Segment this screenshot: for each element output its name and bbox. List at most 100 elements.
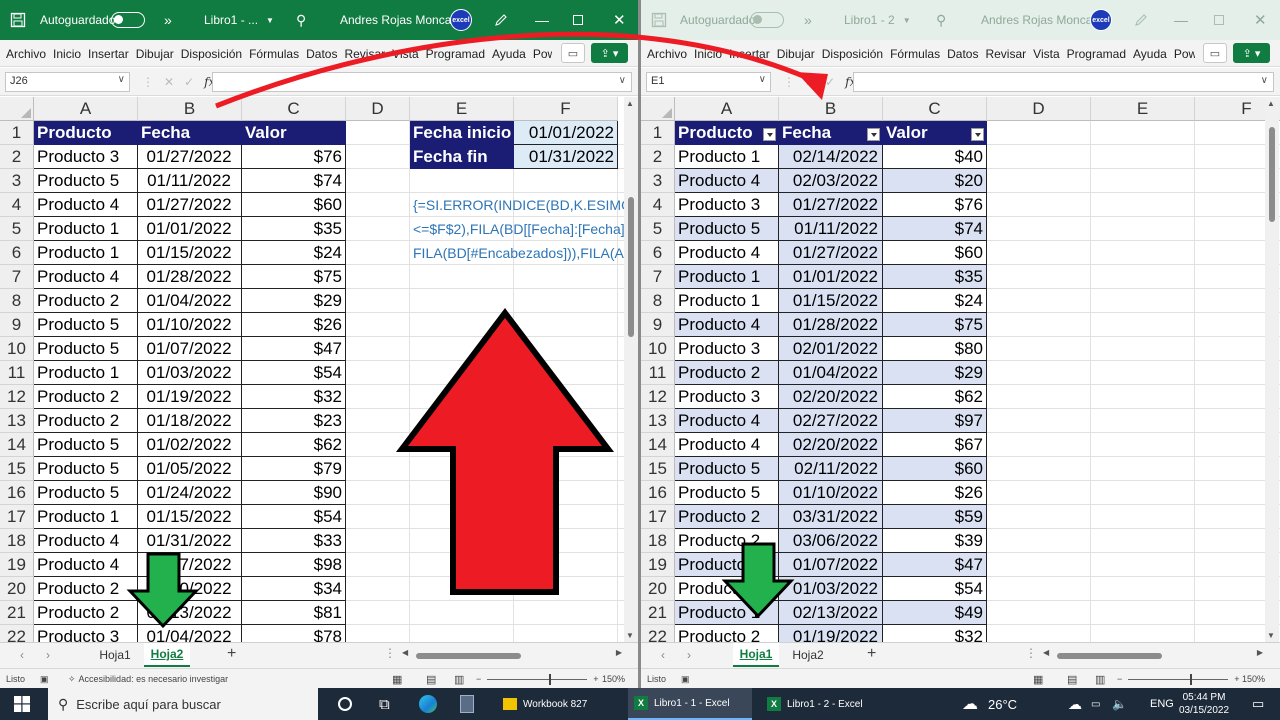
document-title[interactable]: Libro1 - 2 ▼ <box>844 0 911 40</box>
comments-icon[interactable]: ▭ <box>1203 43 1227 63</box>
table-cell[interactable]: 01/05/2022 <box>138 457 242 481</box>
table-cell[interactable]: Producto 4 <box>34 553 138 577</box>
ribbon-tab-6[interactable]: Datos <box>304 47 339 61</box>
share-button[interactable]: ⇪ ▾ <box>1233 43 1270 63</box>
table-cell[interactable]: Producto 5 <box>34 169 138 193</box>
ribbon-tab-2[interactable]: Insertar <box>727 47 772 61</box>
worksheet-grid[interactable]: A B C D E F 1 2 3 4 5 6 7 8 9 10 11 12 13 14 15 16 17 18 19 20 21 2… <box>641 97 1280 642</box>
ribbon-tab-10[interactable]: Ayuda <box>1131 47 1169 61</box>
taskbar-app-libro2[interactable]: X Libro1 - 2 - Excel <box>761 688 885 720</box>
tab-split-icon[interactable]: ⋮ <box>384 646 396 660</box>
table-cell[interactable]: 02/20/2022 <box>779 385 883 409</box>
add-sheet-button[interactable]: + <box>227 645 236 663</box>
prev-sheet-icon[interactable]: ‹ <box>20 648 24 662</box>
table-cell[interactable]: $74 <box>242 169 346 193</box>
table-cell[interactable]: 01/31/2022 <box>138 529 242 553</box>
table-cell[interactable]: $54 <box>242 505 346 529</box>
ribbon-tab-0[interactable]: Archivo <box>4 47 48 61</box>
table-cell[interactable]: $23 <box>242 409 346 433</box>
ribbon-tab-9[interactable]: Programad <box>1065 47 1128 61</box>
table-cell[interactable]: Producto 3 <box>675 193 779 217</box>
sheet-tab-hoja1[interactable]: Hoja1 <box>90 643 140 667</box>
next-sheet-icon[interactable]: › <box>687 648 691 662</box>
taskbar-app-libro1[interactable]: X Libro1 - 1 - Excel <box>628 688 752 720</box>
zoom-level[interactable]: 150% <box>1242 669 1265 688</box>
formula-input[interactable]: ∨ <box>853 72 1274 92</box>
table-cell[interactable]: $76 <box>883 193 987 217</box>
table-cell[interactable]: Producto 4 <box>675 409 779 433</box>
table-cell[interactable]: $49 <box>883 601 987 625</box>
filter-dropdown-icon[interactable] <box>867 128 880 141</box>
table-cell[interactable]: Producto 5 <box>34 337 138 361</box>
table-cell[interactable]: Producto 5 <box>675 217 779 241</box>
ribbon-tab-0[interactable]: Archivo <box>645 47 689 61</box>
taskbar-search[interactable]: ⚲ Escribe aquí para buscar <box>48 688 318 720</box>
table-cell[interactable]: 01/07/2022 <box>138 553 242 577</box>
ribbon-tab-1[interactable]: Inicio <box>692 47 724 61</box>
name-box[interactable]: J26 ∨ <box>5 72 130 92</box>
ribbon-tab-5[interactable]: Fórmulas <box>888 47 942 61</box>
ribbon-tab-8[interactable]: Vista <box>1031 47 1061 61</box>
table-cell[interactable]: $34 <box>242 577 346 601</box>
table-cell[interactable]: $35 <box>242 217 346 241</box>
table-cell[interactable]: 01/15/2022 <box>779 289 883 313</box>
search-icon[interactable]: ⚲ <box>296 0 306 40</box>
table-cell[interactable]: $59 <box>883 505 987 529</box>
ribbon-tab-1[interactable]: Inicio <box>51 47 83 61</box>
table-cell[interactable]: 01/01/2022 <box>138 217 242 241</box>
table-cell[interactable]: Producto 1 <box>675 577 779 601</box>
table-cell[interactable]: $80 <box>883 337 987 361</box>
language-indicator[interactable]: ENG <box>1150 688 1174 720</box>
table-cell[interactable]: Producto 1 <box>34 505 138 529</box>
table-cell[interactable]: $62 <box>883 385 987 409</box>
prev-sheet-icon[interactable]: ‹ <box>661 648 665 662</box>
vertical-scrollbar[interactable]: ▲ ▼ <box>624 97 638 642</box>
table-cell[interactable]: Producto 4 <box>34 529 138 553</box>
table-cell[interactable]: Producto 1 <box>675 289 779 313</box>
ribbon-tab-9[interactable]: Programad <box>424 47 487 61</box>
table-cell[interactable]: $60 <box>883 457 987 481</box>
table-cell[interactable]: 01/07/2022 <box>779 553 883 577</box>
filter-dropdown-icon[interactable] <box>971 128 984 141</box>
table-cell[interactable]: $74 <box>883 217 987 241</box>
document-title[interactable]: Libro1 - ... ▼ <box>204 0 274 40</box>
table-cell[interactable]: Producto 4 <box>675 313 779 337</box>
weather-icon[interactable]: ☁ <box>962 688 978 720</box>
more-commands-icon[interactable]: » <box>164 0 172 40</box>
table-cell[interactable]: $26 <box>883 481 987 505</box>
table-cell[interactable]: 02/20/2022 <box>779 433 883 457</box>
table-cell[interactable]: 01/10/2022 <box>138 313 242 337</box>
add-sheet-button[interactable]: + <box>867 645 876 663</box>
maximize-button[interactable] <box>1214 0 1224 40</box>
ribbon-tab-7[interactable]: Revisar <box>342 47 387 61</box>
table-cell[interactable]: Producto 2 <box>34 289 138 313</box>
table-cell[interactable]: Producto 1 <box>675 265 779 289</box>
windows-start-icon[interactable] <box>14 688 30 720</box>
table-cell[interactable]: Producto 5 <box>34 457 138 481</box>
horizontal-scrollbar[interactable]: ◀ ▶ <box>402 648 622 661</box>
table-cell[interactable]: Producto 1 <box>34 361 138 385</box>
normal-view-icon[interactable]: ▦ <box>392 669 402 688</box>
table-header-fecha[interactable]: Fecha <box>779 121 883 145</box>
table-cell[interactable]: 02/13/2022 <box>779 601 883 625</box>
table-cell[interactable]: Producto 3 <box>34 145 138 169</box>
table-cell[interactable]: Producto 2 <box>34 577 138 601</box>
table-cell[interactable]: 01/02/2022 <box>138 433 242 457</box>
table-cell[interactable]: 01/03/2022 <box>138 361 242 385</box>
table-cell[interactable]: $26 <box>242 313 346 337</box>
table-cell[interactable]: 01/20/2022 <box>138 577 242 601</box>
table-header-fecha[interactable]: Fecha <box>138 121 242 145</box>
pen-icon[interactable] <box>1134 0 1148 40</box>
table-cell[interactable]: 01/03/2022 <box>779 577 883 601</box>
table-header-valor[interactable]: Valor <box>883 121 987 145</box>
table-cell[interactable]: Producto 2 <box>34 409 138 433</box>
cortana-icon[interactable] <box>338 688 352 720</box>
table-header-producto[interactable]: Producto <box>34 121 138 145</box>
table-cell[interactable]: $47 <box>242 337 346 361</box>
table-cell[interactable]: $60 <box>883 241 987 265</box>
table-cell[interactable]: $98 <box>242 553 346 577</box>
table-cell[interactable]: Producto 5 <box>34 433 138 457</box>
temperature[interactable]: 26°C <box>988 688 1017 720</box>
table-cell[interactable]: 01/04/2022 <box>138 625 242 642</box>
normal-view-icon[interactable]: ▦ <box>1033 669 1043 688</box>
